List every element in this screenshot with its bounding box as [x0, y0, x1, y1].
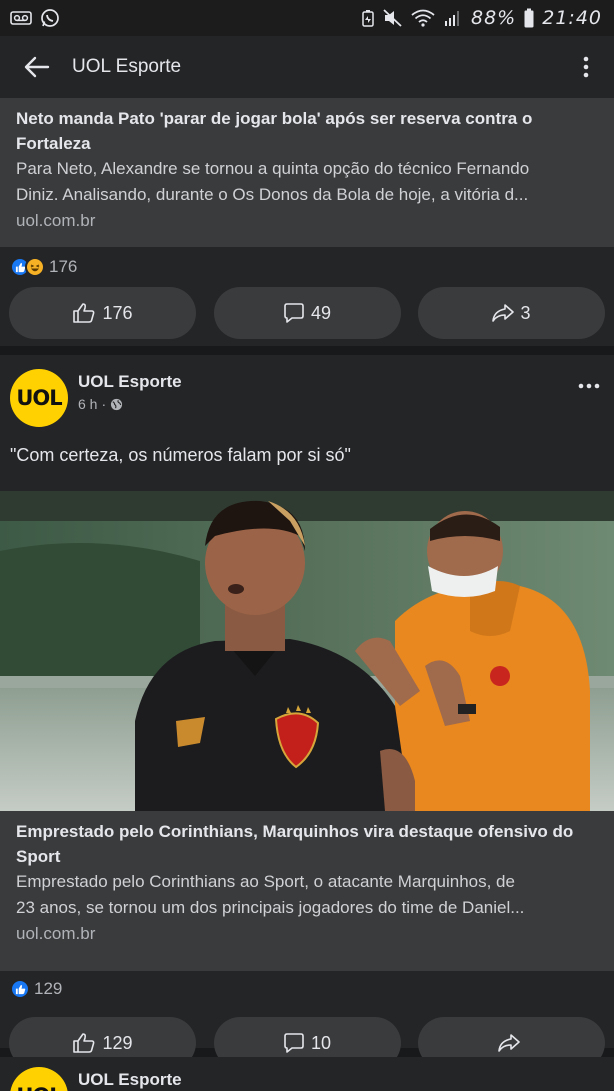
avatar[interactable]: UOL	[10, 369, 68, 427]
wifi-icon	[411, 9, 435, 27]
status-bar: 88% 21:40	[0, 0, 614, 36]
arrow-left-icon	[24, 56, 50, 78]
link-title: Emprestado pelo Corinthians, Marquinhos …	[16, 822, 574, 866]
vertical-dots-icon	[583, 56, 589, 78]
battery-saver-icon	[361, 9, 375, 27]
link-preview[interactable]: Emprestado pelo Corinthians, Marquinhos …	[0, 811, 614, 971]
share-icon	[497, 1034, 520, 1052]
post-time-row: 6 h ·	[78, 394, 574, 414]
comment-icon	[284, 1033, 304, 1053]
more-options-button[interactable]	[574, 50, 598, 84]
comment-button[interactable]: 49	[213, 287, 401, 339]
battery-level: 88%	[471, 7, 517, 29]
like-reaction-icon	[10, 979, 30, 999]
link-description: Para Neto, Alexandre se tornou a quinta …	[16, 159, 530, 178]
reactions-summary[interactable]: 129	[0, 971, 614, 1007]
share-button[interactable]: 3	[418, 287, 605, 339]
action-row: 176 49 3	[0, 287, 614, 339]
link-description: Emprestado pelo Corinthians ao Sport, o …	[16, 872, 515, 891]
post-card: UOL UOL Esporte	[0, 1057, 614, 1091]
post-header: UOL UOL Esporte 6 h ·	[0, 355, 614, 427]
comment-count: 10	[310, 1032, 332, 1053]
thumbs-up-icon	[73, 303, 95, 323]
share-icon	[492, 304, 515, 322]
reactions-summary[interactable]: 176	[0, 249, 614, 285]
horizontal-dots-icon	[578, 383, 600, 389]
share-count: 3	[520, 302, 531, 323]
post-more-button[interactable]	[574, 371, 604, 401]
post-time[interactable]: 6 h	[78, 394, 97, 414]
post-meta: UOL Esporte	[78, 1067, 604, 1091]
globe-icon	[111, 398, 123, 410]
page-title: UOL Esporte	[72, 56, 182, 77]
voicemail-icon	[10, 10, 32, 26]
reaction-count: 176	[49, 257, 78, 276]
link-domain: uol.com.br	[16, 924, 96, 943]
reaction-count: 129	[34, 979, 63, 998]
comment-count: 49	[310, 302, 332, 323]
link-description: 23 anos, se tornou um dos principais jog…	[16, 898, 525, 917]
like-count: 176	[102, 302, 133, 323]
back-button[interactable]	[20, 50, 54, 84]
thumbs-up-icon	[73, 1033, 95, 1053]
link-title: Neto manda Pato 'parar de jogar bola' ap…	[16, 109, 533, 153]
post-author[interactable]: UOL Esporte	[78, 1068, 604, 1091]
battery-icon	[524, 8, 534, 28]
like-count: 129	[102, 1032, 133, 1053]
post-text: "Com certeza, os números falam por si só…	[10, 445, 351, 465]
link-preview[interactable]: Neto manda Pato 'parar de jogar bola' ap…	[0, 98, 614, 247]
like-button[interactable]: 176	[9, 287, 196, 339]
avatar[interactable]: UOL	[10, 1067, 68, 1091]
status-left	[10, 8, 60, 28]
post-card: UOL UOL Esporte 6 h · "Com certeza, os n…	[0, 355, 614, 1069]
status-right: 88% 21:40	[361, 7, 602, 29]
mute-icon	[383, 9, 403, 27]
clock: 21:40	[542, 7, 602, 29]
post-card: Neto manda Pato 'parar de jogar bola' ap…	[0, 98, 614, 346]
link-domain: uol.com.br	[16, 211, 96, 230]
link-description: Diniz. Analisando, durante o Os Donos da…	[16, 185, 529, 204]
haha-reaction-icon	[25, 257, 45, 277]
post-author[interactable]: UOL Esporte	[78, 370, 574, 394]
whatsapp-icon	[40, 8, 60, 28]
signal-icon	[443, 9, 463, 27]
app-header: UOL Esporte	[0, 36, 614, 98]
post-header: UOL UOL Esporte	[0, 1057, 614, 1091]
comment-icon	[284, 303, 304, 323]
post-photo[interactable]	[0, 491, 614, 811]
post-meta: UOL Esporte 6 h ·	[78, 369, 574, 414]
